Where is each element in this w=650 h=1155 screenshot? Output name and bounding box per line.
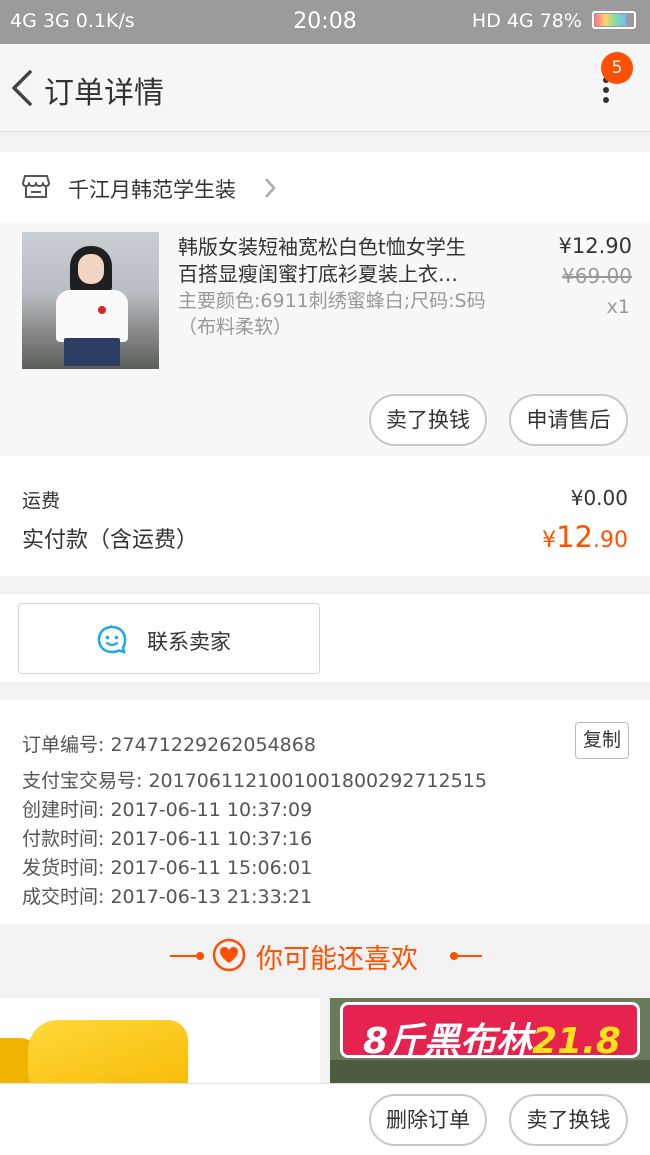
order-info: 订单编号: 2747122926205486​8 复制 支付宝交易号: 2017… <box>0 700 650 924</box>
shop-header[interactable]: 千江月韩范学生装 <box>0 152 650 222</box>
recommend-item-plum[interactable]: 8斤黑布林21.8 <box>330 998 650 1084</box>
order-number: 订单编号: 2747122926205486​8 <box>22 734 316 756</box>
page-title: 订单详情 <box>44 76 164 111</box>
shipping-value: ¥0.00 <box>570 486 628 510</box>
navigation-bar: 订单详情 5 <box>0 44 650 132</box>
product-sku: 主要颜色:6911刺绣蜜蜂白;尺码:S码（布料柔软） <box>178 290 486 338</box>
back-arrow-icon[interactable] <box>8 64 40 112</box>
total-paid-label: 实付款（含运费） <box>22 528 199 553</box>
payment-summary: 运费 ¥0.00 实付款（含运费） ¥12.90 <box>0 456 650 576</box>
completed-time: 成交时间: 2017-06-13 21:33:21 <box>22 886 313 908</box>
product-title[interactable]: 韩版女装短袖宽松白色t恤女学生 百搭显瘦闺蜜打底衫夏装上衣… <box>178 234 498 288</box>
hd-network-label: HD 4G 78% <box>471 10 582 32</box>
product-item[interactable]: 韩版女装短袖宽松白色t恤女学生 百搭显瘦闺蜜打底衫夏装上衣… 主要颜色:6911… <box>0 222 650 456</box>
chat-bubble-icon <box>97 624 127 654</box>
created-time: 创建时间: 2017-06-11 10:37:09 <box>22 799 313 821</box>
copy-button[interactable]: 复制 <box>575 722 629 759</box>
recommend-item-mango[interactable] <box>0 998 320 1084</box>
after-sale-button[interactable]: 申请售后 <box>509 394 628 446</box>
product-quantity: x1 <box>606 296 630 318</box>
original-price: ¥69.00 <box>562 264 632 288</box>
sell-for-cash-button[interactable]: 卖了换钱 <box>369 394 487 446</box>
battery-icon <box>592 11 636 29</box>
chevron-right-icon[interactable] <box>262 176 278 200</box>
contact-seller-label: 联系卖家 <box>147 630 231 654</box>
product-thumbnail[interactable] <box>22 232 159 369</box>
sell-for-cash-bottom-button[interactable]: 卖了换钱 <box>509 1094 628 1146</box>
contact-section: 联系卖家 <box>0 594 650 682</box>
divider-right <box>450 955 482 957</box>
status-bar: 4G 3G 0.1K/s 20:08 HD 4G 78% <box>0 0 650 44</box>
shop-name[interactable]: 千江月韩范学生装 <box>68 174 236 204</box>
shipping-label: 运费 <box>22 490 61 512</box>
store-icon <box>22 175 50 198</box>
delete-order-button[interactable]: 删除订单 <box>369 1094 487 1146</box>
system-status-right: HD 4G 78% <box>472 10 636 32</box>
alipay-trade-number: 支付宝交易号: 2017061121001001800292712515 <box>22 770 487 792</box>
product-price: ¥12.90 <box>558 234 632 258</box>
recommend-header: 你可能还喜欢 <box>0 925 650 987</box>
notification-badge[interactable]: 5 <box>601 52 633 84</box>
promo-banner: 8斤黑布林21.8 <box>340 1002 640 1062</box>
paid-time: 付款时间: 2017-06-11 10:37:16 <box>22 828 313 850</box>
shipped-time: 发货时间: 2017-06-11 15:06:01 <box>22 857 313 879</box>
contact-seller-button[interactable]: 联系卖家 <box>18 603 320 674</box>
heart-icon <box>212 938 246 972</box>
recommend-title: 你可能还喜欢 <box>256 944 418 975</box>
bottom-action-bar: 删除订单 卖了换钱 <box>0 1083 650 1155</box>
total-paid-value: ¥12.90 <box>542 520 628 554</box>
